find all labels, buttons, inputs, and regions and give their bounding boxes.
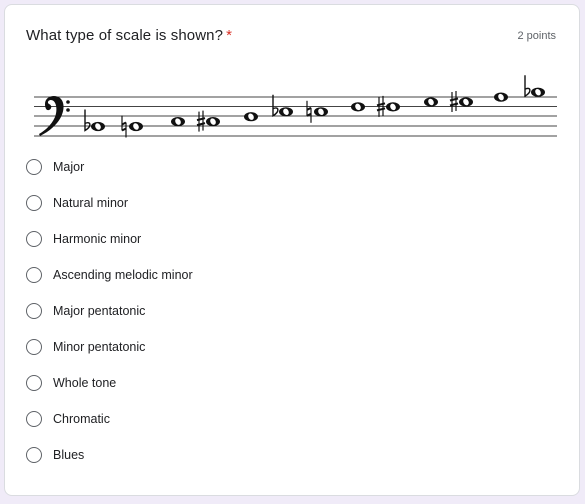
radio-button[interactable] <box>26 447 42 463</box>
sharp-sign-icon <box>449 91 459 112</box>
option-harmonic-minor[interactable]: Harmonic minor <box>26 227 141 251</box>
option-major-pentatonic[interactable]: Major pentatonic <box>26 299 145 323</box>
whole-note <box>279 107 293 117</box>
option-label: Minor pentatonic <box>53 340 146 354</box>
flat-sign-icon <box>524 75 531 98</box>
sharp-sign-icon <box>196 110 206 132</box>
radio-button[interactable] <box>26 195 42 211</box>
radio-button[interactable] <box>26 375 42 391</box>
option-ascending-melodic-minor[interactable]: Ascending melodic minor <box>26 263 193 287</box>
whole-note <box>424 97 438 107</box>
whole-note <box>129 121 143 132</box>
option-major[interactable]: Major <box>26 155 84 179</box>
flat-sign-icon <box>84 109 91 132</box>
option-label: Ascending melodic minor <box>53 268 193 282</box>
whole-note <box>91 121 105 132</box>
option-label: Whole tone <box>53 376 117 390</box>
natural-sign-icon <box>306 100 312 123</box>
radio-button[interactable] <box>26 159 42 175</box>
whole-note <box>459 97 473 107</box>
whole-note <box>531 87 545 97</box>
radio-button[interactable] <box>26 411 42 427</box>
radio-button[interactable] <box>26 339 42 355</box>
music-staff-image <box>34 75 557 138</box>
option-blues[interactable]: Blues <box>26 443 84 467</box>
whole-note <box>171 117 185 127</box>
whole-note <box>494 92 508 102</box>
option-label: Chromatic <box>53 412 110 426</box>
whole-note <box>206 117 220 127</box>
option-label: Harmonic minor <box>53 232 142 246</box>
whole-note <box>244 112 258 122</box>
whole-note <box>351 102 365 112</box>
radio-button[interactable] <box>26 231 42 247</box>
option-chromatic[interactable]: Chromatic <box>26 407 110 431</box>
whole-note <box>314 107 328 117</box>
question-card: What type of scale is shown? * 2 points M… <box>4 4 580 496</box>
whole-note <box>386 102 400 112</box>
option-label: Major <box>53 160 85 174</box>
option-label: Natural minor <box>53 196 129 210</box>
option-label: Major pentatonic <box>53 304 146 318</box>
radio-button[interactable] <box>26 303 42 319</box>
option-natural-minor[interactable]: Natural minor <box>26 191 128 215</box>
option-whole-tone[interactable]: Whole tone <box>26 371 116 395</box>
flat-sign-icon <box>272 94 279 118</box>
option-label: Blues <box>53 448 85 462</box>
radio-button[interactable] <box>26 267 42 283</box>
option-minor-pentatonic[interactable]: Minor pentatonic <box>26 335 145 359</box>
